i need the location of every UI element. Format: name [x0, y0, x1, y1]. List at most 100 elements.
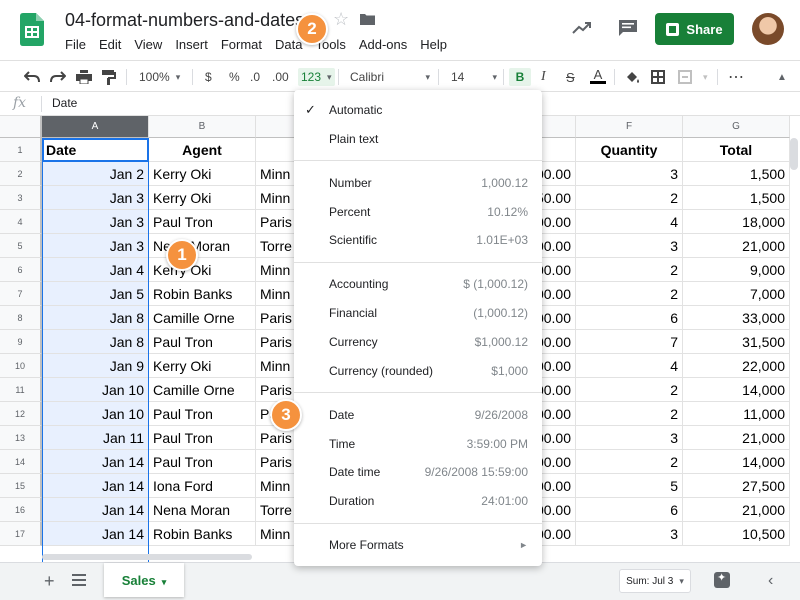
- sheet-tab-sales[interactable]: Sales: [104, 563, 184, 597]
- explore-icon[interactable]: [714, 571, 730, 588]
- folder-icon[interactable]: [360, 13, 375, 25]
- star-icon[interactable]: ☆: [333, 9, 349, 30]
- menu-file[interactable]: File: [65, 37, 86, 52]
- menu-item-accounting[interactable]: Accounting $ (1,000.12): [294, 272, 542, 296]
- table-cell[interactable]: Robin Banks: [149, 522, 256, 546]
- header-cell[interactable]: Agent: [149, 138, 256, 162]
- menu-item-automatic[interactable]: ✓ Automatic: [294, 98, 542, 122]
- table-cell[interactable]: Jan 10: [42, 402, 149, 426]
- text-color-button[interactable]: A: [590, 68, 606, 86]
- italic-button[interactable]: I: [541, 68, 546, 86]
- avatar[interactable]: [752, 13, 784, 45]
- table-cell[interactable]: Robin Banks: [149, 282, 256, 306]
- row-header[interactable]: 14: [0, 450, 42, 474]
- table-cell[interactable]: Jan 3: [42, 234, 149, 258]
- menu-item-percent[interactable]: Percent 10.12%: [294, 200, 542, 224]
- header-cell[interactable]: Total: [683, 138, 790, 162]
- menu-item-currency-rounded[interactable]: Currency (rounded) $1,000: [294, 359, 542, 383]
- column-header-b[interactable]: B: [149, 116, 256, 138]
- side-panel-chevron-icon[interactable]: ‹: [768, 572, 773, 590]
- row-header[interactable]: 4: [0, 210, 42, 234]
- print-icon[interactable]: [76, 68, 92, 86]
- document-title[interactable]: 04-format-numbers-and-dates: [65, 10, 304, 31]
- number-format-dropdown[interactable]: 123: [298, 68, 335, 86]
- table-cell[interactable]: 14,000: [683, 378, 790, 402]
- table-cell[interactable]: 9,000: [683, 258, 790, 282]
- table-cell[interactable]: 2: [576, 282, 683, 306]
- table-cell[interactable]: 2: [576, 402, 683, 426]
- table-cell[interactable]: 18,000: [683, 210, 790, 234]
- row-header[interactable]: 2: [0, 162, 42, 186]
- table-cell[interactable]: 7: [576, 330, 683, 354]
- table-cell[interactable]: Jan 2: [42, 162, 149, 186]
- menu-help[interactable]: Help: [420, 37, 447, 52]
- fill-color-icon[interactable]: [625, 68, 640, 86]
- table-cell[interactable]: 3: [576, 162, 683, 186]
- table-cell[interactable]: 10,500: [683, 522, 790, 546]
- table-cell[interactable]: Jan 9: [42, 354, 149, 378]
- menu-edit[interactable]: Edit: [99, 37, 121, 52]
- table-cell[interactable]: Jan 5: [42, 282, 149, 306]
- horizontal-scrollbar[interactable]: [42, 554, 252, 560]
- font-select[interactable]: Calibri: [350, 68, 430, 86]
- table-cell[interactable]: Nena Moran: [149, 498, 256, 522]
- table-cell[interactable]: Paul Tron: [149, 426, 256, 450]
- sheet-tab-caret-icon[interactable]: [156, 573, 167, 588]
- bold-button[interactable]: B: [509, 68, 531, 86]
- table-cell[interactable]: 33,000: [683, 306, 790, 330]
- zoom-select[interactable]: 100%: [139, 68, 180, 86]
- borders-icon[interactable]: [651, 68, 665, 86]
- sheets-logo-icon[interactable]: [20, 13, 44, 46]
- table-cell[interactable]: Jan 10: [42, 378, 149, 402]
- row-header[interactable]: 7: [0, 282, 42, 306]
- table-cell[interactable]: Kerry Oki: [149, 258, 256, 282]
- table-cell[interactable]: 21,000: [683, 498, 790, 522]
- column-header-a[interactable]: A: [42, 116, 149, 138]
- table-cell[interactable]: Kerry Oki: [149, 186, 256, 210]
- paint-format-icon[interactable]: [102, 68, 116, 86]
- row-header[interactable]: 10: [0, 354, 42, 378]
- strikethrough-button[interactable]: S: [566, 68, 575, 86]
- table-cell[interactable]: Paul Tron: [149, 402, 256, 426]
- table-cell[interactable]: 27,500: [683, 474, 790, 498]
- select-all-corner[interactable]: [0, 116, 42, 138]
- increase-decimals-button[interactable]: .00: [272, 68, 289, 86]
- table-cell[interactable]: Jan 14: [42, 522, 149, 546]
- menu-data[interactable]: Data: [275, 37, 302, 52]
- table-cell[interactable]: Camille Orne: [149, 378, 256, 402]
- menu-item-scientific[interactable]: Scientific 1.01E+03: [294, 228, 542, 252]
- table-cell[interactable]: Jan 14: [42, 498, 149, 522]
- table-cell[interactable]: 1,500: [683, 186, 790, 210]
- row-header[interactable]: 6: [0, 258, 42, 282]
- table-cell[interactable]: 6: [576, 306, 683, 330]
- table-cell[interactable]: Jan 8: [42, 306, 149, 330]
- row-header[interactable]: 3: [0, 186, 42, 210]
- table-cell[interactable]: 2: [576, 258, 683, 282]
- row-header[interactable]: 9: [0, 330, 42, 354]
- table-cell[interactable]: 3: [576, 234, 683, 258]
- menu-item-more-formats[interactable]: More Formats ►: [294, 533, 542, 557]
- row-header[interactable]: 16: [0, 498, 42, 522]
- redo-icon[interactable]: [50, 68, 66, 86]
- header-cell[interactable]: Date: [42, 138, 149, 162]
- table-cell[interactable]: 4: [576, 210, 683, 234]
- undo-icon[interactable]: [24, 68, 40, 86]
- all-sheets-icon[interactable]: [72, 574, 86, 586]
- menu-item-time[interactable]: Time 3:59:00 PM: [294, 432, 542, 456]
- menu-item-date-time[interactable]: Date time 9/26/2008 15:59:00: [294, 460, 542, 484]
- table-cell[interactable]: Jan 4: [42, 258, 149, 282]
- collapse-toolbar-icon[interactable]: ▲: [777, 68, 787, 86]
- column-header-f[interactable]: F: [576, 116, 683, 138]
- menu-item-currency[interactable]: Currency $1,000.12: [294, 330, 542, 354]
- table-cell[interactable]: 5: [576, 474, 683, 498]
- row-header[interactable]: 5: [0, 234, 42, 258]
- table-cell[interactable]: 3: [576, 426, 683, 450]
- table-cell[interactable]: Iona Ford: [149, 474, 256, 498]
- table-cell[interactable]: 1,500: [683, 162, 790, 186]
- decrease-decimals-button[interactable]: .0: [250, 68, 260, 86]
- table-cell[interactable]: Paul Tron: [149, 330, 256, 354]
- row-header[interactable]: 8: [0, 306, 42, 330]
- table-cell[interactable]: 21,000: [683, 426, 790, 450]
- table-cell[interactable]: Paul Tron: [149, 210, 256, 234]
- formula-input[interactable]: Date: [52, 96, 77, 110]
